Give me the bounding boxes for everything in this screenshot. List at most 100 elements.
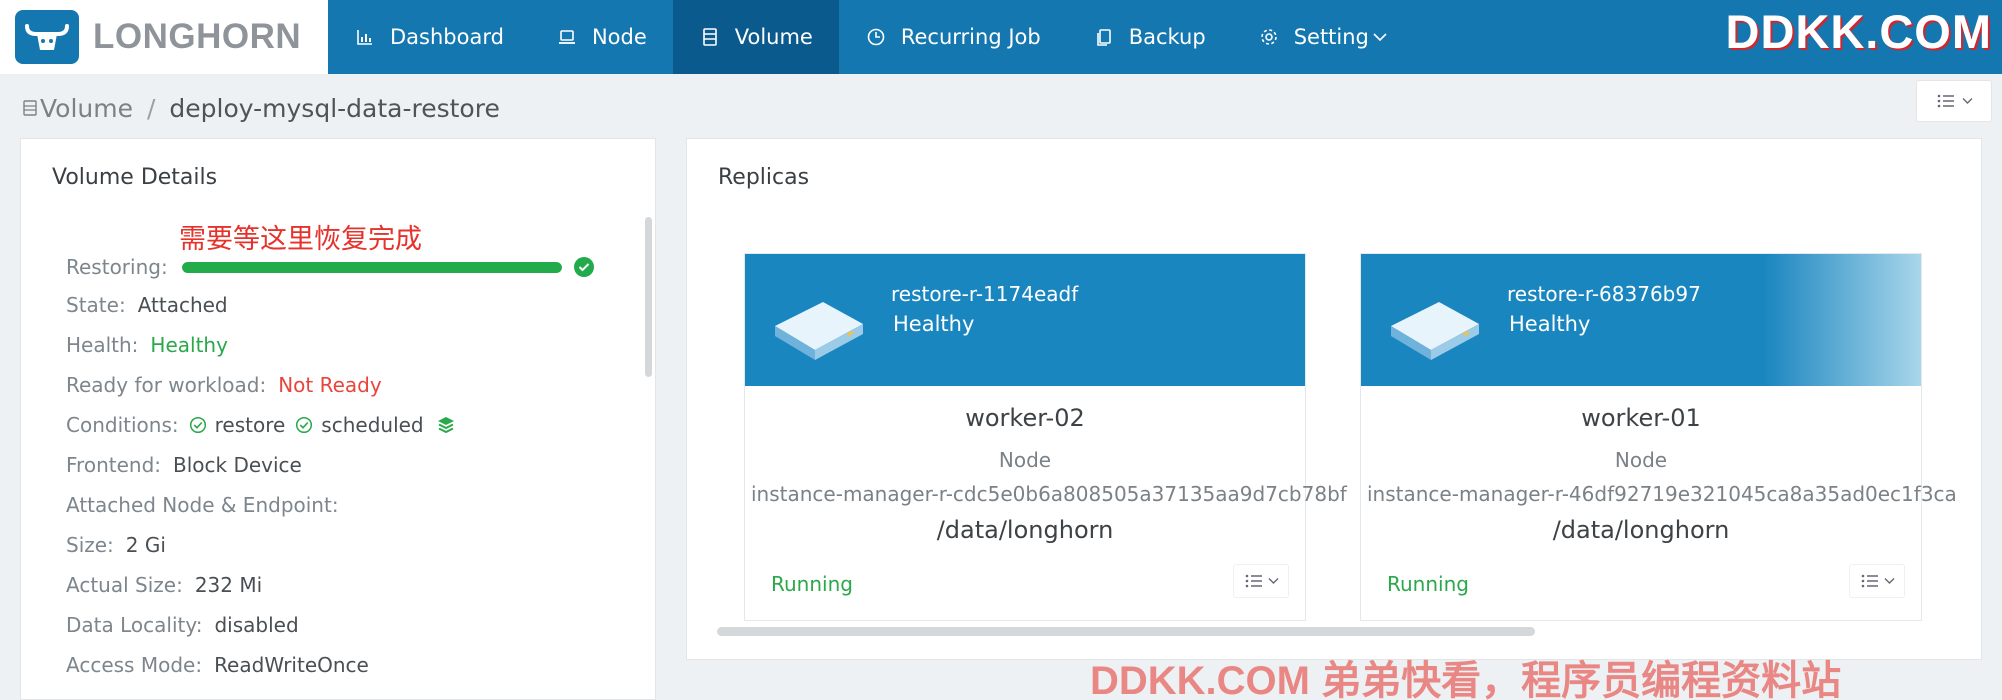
replicas-panel: Replicas restore-r-1174eadf Healthy work…: [686, 138, 1982, 660]
ready-label: Ready for workload:: [66, 373, 267, 397]
replica-node: worker-01: [1581, 404, 1701, 432]
replica-instance-manager: instance-manager-r-46df92719e321045ca8a3…: [1367, 482, 1957, 506]
restoring-row: Restoring:: [66, 255, 594, 279]
bar-chart-icon: [354, 26, 376, 48]
replica-card-header: restore-r-1174eadf Healthy: [745, 254, 1305, 386]
check-circle-icon: [573, 257, 594, 277]
gear-icon: [1258, 26, 1280, 48]
nav-node[interactable]: Node: [530, 0, 673, 74]
size-value: 2 Gi: [125, 533, 166, 557]
health-row: Health: Healthy: [66, 333, 228, 357]
longhorn-logo-icon: [15, 10, 79, 64]
condition-scheduled: scheduled: [321, 413, 424, 437]
copy-icon: [1093, 26, 1115, 48]
top-navigation-bar: LONGHORN Dashboard Node Volume Recurring…: [0, 0, 2002, 74]
actual-size-label: Actual Size:: [66, 573, 183, 597]
restore-progress-bar: [181, 261, 562, 273]
nav-label: Recurring Job: [900, 25, 1041, 49]
replica-actions-dropdown[interactable]: [1849, 564, 1905, 598]
laptop-icon: [556, 26, 578, 48]
state-row: State: Attached: [66, 293, 228, 317]
volume-actions-dropdown[interactable]: [1916, 80, 1992, 122]
main-nav: Dashboard Node Volume Recurring Job Back…: [328, 0, 1413, 74]
conditions-row: Conditions: restore scheduled: [66, 413, 456, 437]
size-row: Size: 2 Gi: [66, 533, 166, 557]
breadcrumb-volume-link[interactable]: Volume: [40, 94, 133, 123]
logo-text: LONGHORN: [93, 17, 302, 56]
panel-title: Replicas: [718, 165, 810, 190]
nav-dashboard[interactable]: Dashboard: [328, 0, 530, 74]
replica-actions-dropdown[interactable]: [1233, 564, 1289, 598]
nav-label: Volume: [734, 25, 813, 49]
replica-node-label: Node: [1614, 448, 1668, 472]
replica-health: Healthy: [1509, 312, 1591, 336]
replica-health: Healthy: [893, 312, 975, 336]
database-icon: [22, 98, 40, 118]
watermark: DDKK.COM: [1725, 5, 1992, 58]
list-icon: [1244, 573, 1264, 589]
logo[interactable]: LONGHORN: [0, 0, 328, 74]
vertical-scrollbar[interactable]: [645, 217, 652, 377]
check-circle-outline-icon: [285, 416, 321, 434]
size-label: Size:: [66, 533, 114, 557]
watermark-bottom: DDKK.COM 弟弟快看，程序员编程资料站: [1090, 659, 1842, 700]
access-mode-value: ReadWriteOnce: [214, 653, 369, 677]
breadcrumb-current: deploy-mysql-data-restore: [169, 93, 500, 123]
replica-card: restore-r-1174eadf Healthy worker-02 Nod…: [744, 253, 1347, 621]
restore-progress-fill: [181, 261, 562, 273]
clock-icon: [865, 26, 887, 48]
conditions-label: Conditions:: [66, 413, 179, 437]
replica-node-label: Node: [998, 448, 1052, 472]
volume-details-panel: Volume Details 需要等这里恢复完成 Restoring: Stat…: [20, 138, 656, 700]
replica-status: Running: [771, 572, 853, 596]
horizontal-scrollbar[interactable]: [717, 627, 1535, 636]
nav-label: Node: [591, 25, 647, 49]
health-label: Health:: [66, 333, 139, 357]
frontend-row: Frontend: Block Device: [66, 453, 302, 477]
replica-path: /data/longhorn: [936, 516, 1114, 544]
replica-name[interactable]: restore-r-1174eadf: [891, 282, 1078, 306]
data-locality-row: Data Locality: disabled: [66, 613, 299, 637]
nav-label: Dashboard: [390, 25, 504, 49]
attached-node-row: Attached Node & Endpoint:: [66, 493, 339, 517]
chevron-down-icon: [1884, 577, 1895, 585]
replica-card-header: restore-r-68376b97 Healthy: [1361, 254, 1921, 386]
access-mode-label: Access Mode:: [66, 653, 203, 677]
replica-name[interactable]: restore-r-68376b97: [1507, 282, 1701, 306]
data-locality-label: Data Locality:: [66, 613, 203, 637]
chevron-down-icon: [1268, 577, 1279, 585]
state-value: Attached: [137, 293, 228, 317]
data-locality-value: disabled: [214, 613, 299, 637]
replica-status: Running: [1387, 572, 1469, 596]
nav-recurring-job[interactable]: Recurring Job: [839, 0, 1067, 74]
nav-backup[interactable]: Backup: [1067, 0, 1232, 74]
nav-volume[interactable]: Volume: [672, 0, 839, 74]
layers-icon[interactable]: [436, 415, 456, 435]
breadcrumb: Volume / deploy-mysql-data-restore: [22, 90, 500, 126]
list-icon: [1936, 93, 1956, 109]
condition-restore: restore: [214, 413, 286, 437]
chevron-down-icon: [1962, 97, 1973, 105]
list-icon: [1860, 573, 1880, 589]
actual-size-value: 232 Mi: [194, 573, 263, 597]
attached-node-label: Attached Node & Endpoint:: [66, 493, 339, 517]
replica-card: restore-r-68376b97 Healthy worker-01 Nod…: [1360, 253, 1957, 621]
panel-title: Volume Details: [52, 165, 218, 190]
replica-instance-manager: instance-manager-r-cdc5e0b6a808505a37135…: [751, 482, 1347, 506]
annotation-note: 需要等这里恢复完成: [179, 224, 422, 255]
replica-node: worker-02: [965, 404, 1085, 432]
breadcrumb-separator: /: [146, 93, 156, 123]
nav-label: Setting: [1293, 25, 1369, 49]
disk-icon: [775, 302, 863, 360]
restoring-label: Restoring:: [66, 255, 168, 279]
replica-path: /data/longhorn: [1552, 516, 1730, 544]
frontend-label: Frontend:: [66, 453, 161, 477]
actual-size-row: Actual Size: 232 Mi: [66, 573, 262, 597]
chevron-down-icon: [1373, 32, 1387, 42]
nav-label: Backup: [1128, 25, 1206, 49]
ready-row: Ready for workload: Not Ready: [66, 373, 382, 397]
disk-icon: [1391, 302, 1479, 360]
nav-setting[interactable]: Setting: [1232, 0, 1413, 74]
state-label: State:: [66, 293, 126, 317]
database-icon: [699, 26, 721, 48]
